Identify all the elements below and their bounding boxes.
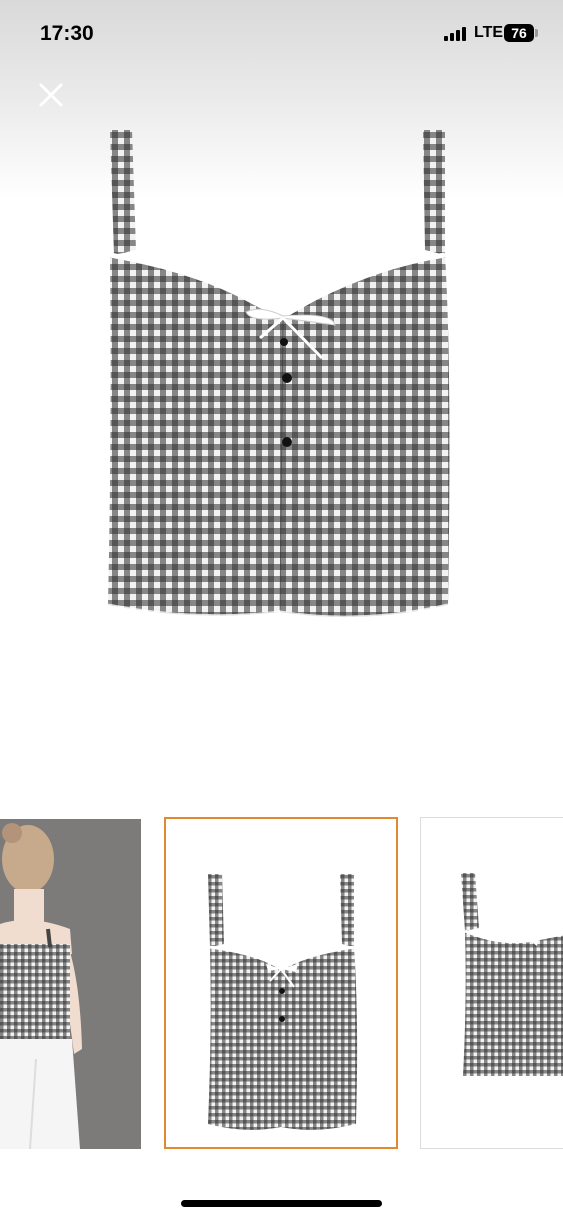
product-back-photo	[461, 873, 563, 1076]
network-type: LTE	[474, 24, 504, 41]
thumbnail-product-front[interactable]	[164, 817, 398, 1149]
model-back-photo	[0, 819, 141, 1149]
thumbnail-strip	[0, 815, 563, 1155]
thumbnail-model-back[interactable]	[0, 819, 141, 1149]
home-indicator[interactable]	[181, 1200, 382, 1207]
thumbnail-product-back[interactable]	[420, 817, 563, 1149]
battery-tip	[535, 29, 538, 37]
status-bar: 17:30 LTE 76	[0, 0, 563, 70]
battery-icon: 76	[504, 24, 534, 42]
product-front-photo	[208, 874, 358, 1130]
status-time: 17:30	[40, 22, 94, 45]
cellular-signal-icon	[444, 27, 466, 41]
product-main-image	[107, 130, 450, 619]
close-icon[interactable]	[36, 80, 66, 110]
